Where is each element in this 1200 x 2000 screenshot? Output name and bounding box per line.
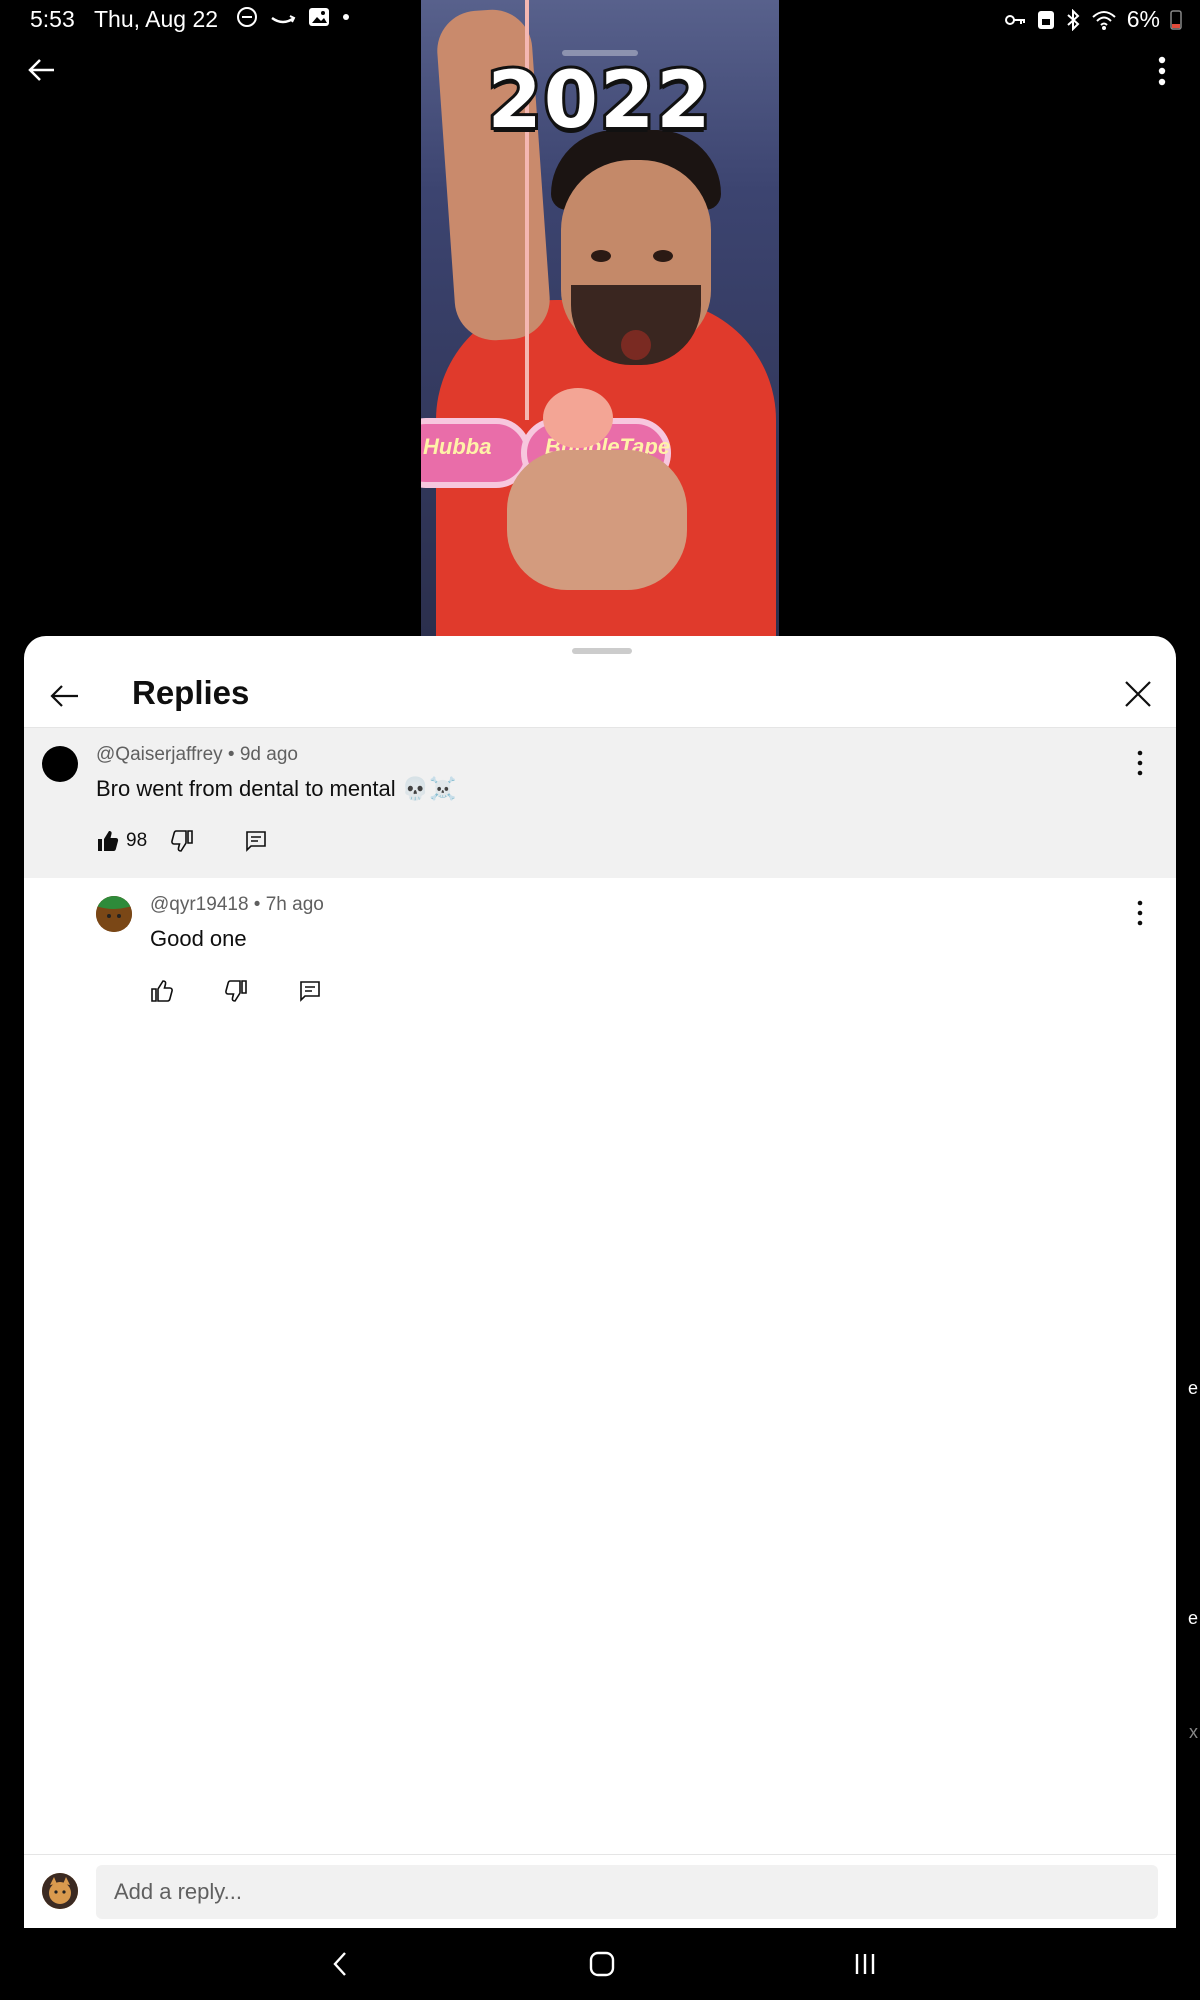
reply-button[interactable] <box>244 826 318 856</box>
replies-sheet: Replies @Qaiserjaffrey • 9d ago Bro went… <box>24 636 1176 1928</box>
comment-text: Bro went from dental to mental 💀☠️ <box>96 776 457 801</box>
comment-icon <box>246 831 266 852</box>
notification-icons <box>236 6 350 28</box>
nav-recents-button[interactable] <box>845 1946 885 1982</box>
battery-percent: 6% <box>1126 6 1160 32</box>
avatar <box>42 1873 78 1909</box>
avatar-image <box>96 896 132 932</box>
close-icon[interactable] <box>1118 674 1158 714</box>
more-vertical-icon[interactable] <box>1136 900 1144 926</box>
parent-comment: @Qaiserjaffrey • 9d ago Bro went from de… <box>24 728 1176 878</box>
system-navigation-bar <box>0 1928 1200 2000</box>
replies-back-icon[interactable] <box>44 676 84 716</box>
thumbs-down-icon <box>225 980 247 1002</box>
status-time: 5:53 <box>30 6 75 32</box>
comment-actions <box>150 976 372 1006</box>
status-date: Thu, Aug 22 <box>94 6 219 32</box>
comment-text: Good one <box>150 926 247 951</box>
more-vertical-icon[interactable] <box>1156 56 1168 86</box>
comment-meta[interactable]: @Qaiserjaffrey • 9d ago <box>96 744 298 766</box>
video-scene-gum-roll-left: Hubba <box>421 418 531 488</box>
thumbs-up-icon <box>151 980 173 1002</box>
video-player[interactable]: Hubba BubbleTape 2022 <box>421 0 779 636</box>
sheet-drag-handle[interactable] <box>572 648 632 654</box>
comment-icon <box>300 981 320 1002</box>
reply-button[interactable] <box>298 976 372 1006</box>
dislike-button[interactable] <box>170 826 244 856</box>
do-not-disturb-icon <box>237 7 257 27</box>
video-scene-eye <box>591 250 611 262</box>
dislike-button[interactable] <box>224 976 298 1006</box>
amazon-icon <box>271 15 296 24</box>
system-icons: 6% <box>1003 6 1182 33</box>
video-scene-mouth <box>621 330 651 360</box>
replies-title: Replies <box>132 674 250 711</box>
video-scene-gum-ball <box>543 388 613 448</box>
like-button[interactable] <box>150 976 224 1006</box>
bluetooth-icon <box>1067 8 1080 31</box>
nav-back-button[interactable] <box>320 1946 360 1982</box>
reply-comment: @qyr19418 • 7h ago Good one <box>24 878 1176 1028</box>
gallery-icon <box>309 8 329 26</box>
avatar-image <box>42 1873 78 1909</box>
back-arrow-icon[interactable] <box>24 52 60 88</box>
avatar[interactable] <box>42 746 78 782</box>
edge-text-fragment: e <box>1187 1608 1198 1628</box>
home-icon <box>589 1951 615 1977</box>
gum-label-left: Hubba <box>423 434 492 459</box>
vpn-key-icon <box>1004 14 1025 25</box>
avatar[interactable] <box>96 896 132 932</box>
comment-actions: 98 <box>96 826 318 856</box>
thumbs-up-filled-icon <box>98 831 119 851</box>
battery-icon <box>1170 9 1182 30</box>
chevron-left-icon <box>333 1952 346 1976</box>
thumbs-down-icon <box>171 830 193 852</box>
video-scene-hand <box>507 450 687 590</box>
edge-text-fragment: e <box>1187 1378 1198 1398</box>
like-button[interactable]: 98 <box>96 826 170 856</box>
video-overlay-year: 2022 <box>484 53 713 149</box>
comment-meta[interactable]: @qyr19418 • 7h ago <box>150 894 324 916</box>
reply-input[interactable] <box>96 1865 1158 1919</box>
replies-header: Replies <box>24 662 1176 728</box>
nav-home-button[interactable] <box>582 1946 622 1982</box>
recents-icon <box>855 1954 875 1974</box>
reply-composer <box>24 1854 1176 1928</box>
edge-text-fragment: x <box>1189 1722 1198 1742</box>
like-count: 98 <box>126 830 148 851</box>
more-vertical-icon[interactable] <box>1136 750 1144 776</box>
video-scene-eye <box>653 250 673 262</box>
wifi-icon <box>1092 10 1116 30</box>
lock-badge-icon <box>1037 10 1054 29</box>
more-notifications-dot-icon <box>343 14 349 20</box>
